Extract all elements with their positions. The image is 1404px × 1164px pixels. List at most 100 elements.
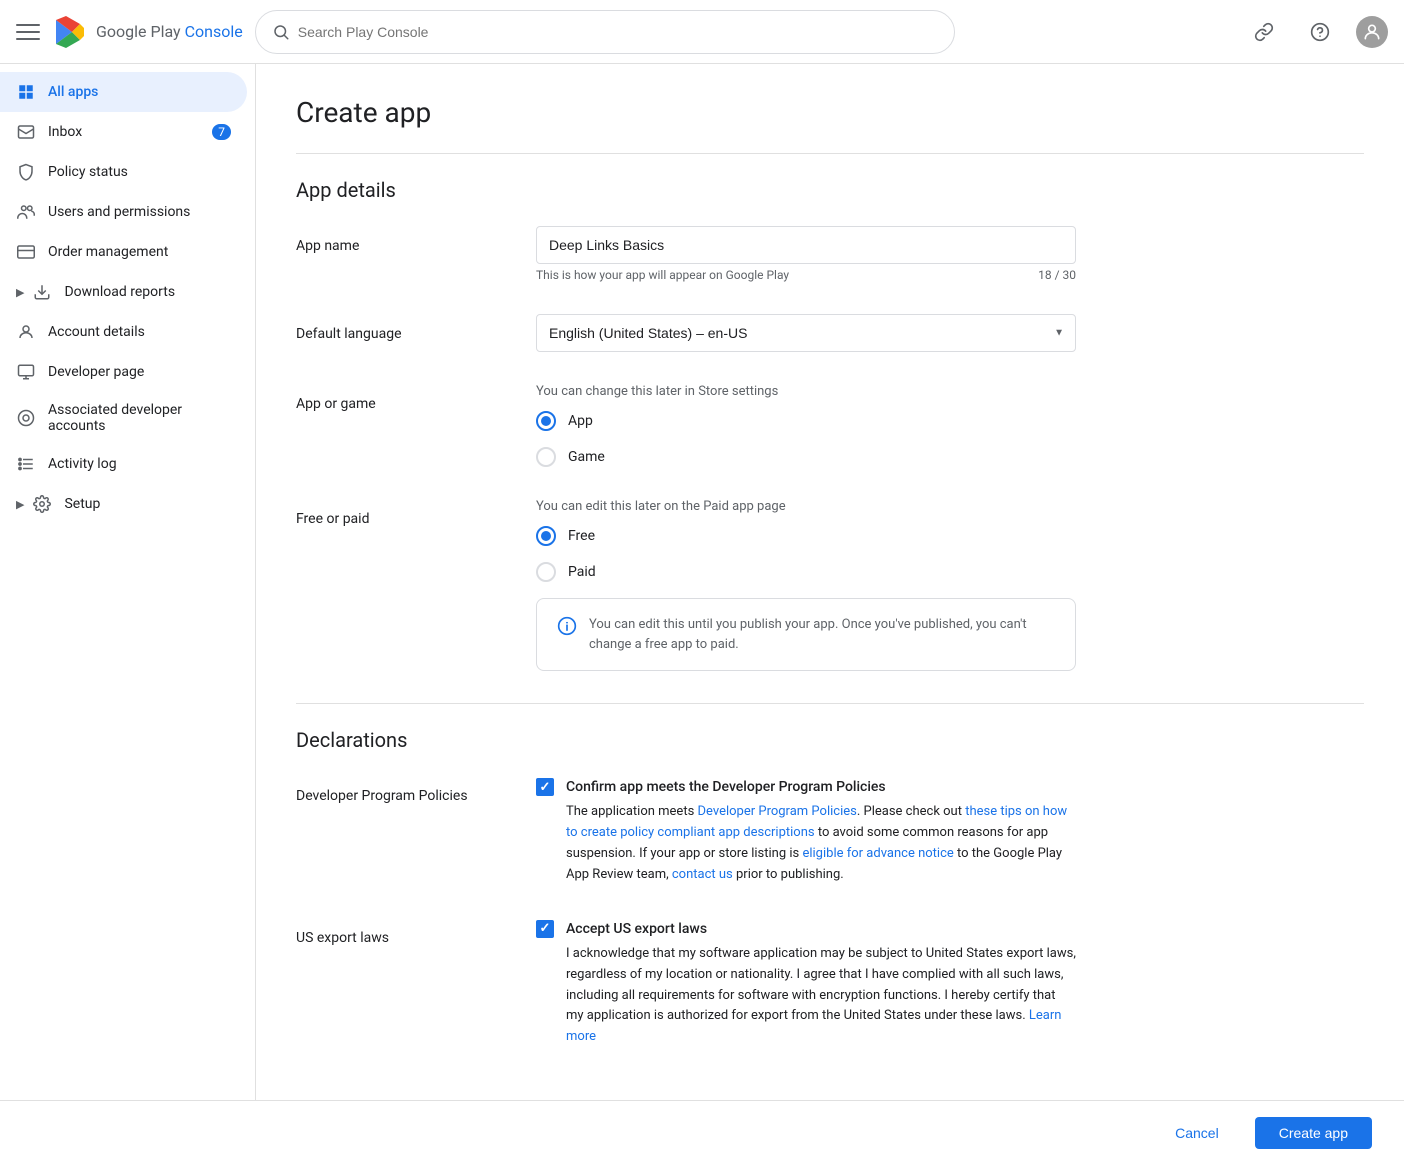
topbar-actions (1244, 12, 1388, 52)
radio-paid-circle (536, 562, 556, 582)
dev-policies-link3[interactable]: eligible for advance notice (802, 846, 953, 861)
us-export-title: Accept US export laws (566, 918, 1076, 940)
download-icon (32, 282, 52, 302)
sidebar-item-download-reports[interactable]: ▶ Download reports (0, 272, 247, 312)
app-name-label: App name (296, 226, 496, 282)
create-app-button[interactable]: Create app (1255, 1117, 1372, 1149)
sidebar-item-label-developer: Developer page (48, 364, 231, 380)
page-title: Create app (296, 96, 1364, 129)
dev-policies-content: Confirm app meets the Developer Program … (566, 776, 1076, 886)
dev-policies-text-1: The application meets (566, 804, 698, 819)
logo-text: Google Play Console (96, 22, 243, 41)
sidebar-item-label-inbox: Inbox (48, 124, 200, 140)
form-row-us-export: US export laws Accept US export laws I a… (296, 918, 1364, 1048)
radio-paid-option[interactable]: Paid (536, 562, 1076, 582)
free-paid-info-box: You can edit this until you publish your… (536, 598, 1076, 671)
logo-console-text: Console (185, 22, 243, 41)
radio-app-label: App (568, 413, 593, 429)
divider-2 (296, 703, 1364, 704)
link-icon (1254, 22, 1274, 42)
default-language-field: English (United States) – en-US (536, 314, 1076, 352)
cancel-button[interactable]: Cancel (1155, 1117, 1239, 1149)
dev-policies-label: Developer Program Policies (296, 776, 496, 886)
dev-policies-text-5: prior to publishing. (733, 867, 844, 882)
sidebar-item-label-activity: Activity log (48, 456, 231, 472)
logo: Google Play Console (52, 14, 243, 50)
sidebar-item-setup[interactable]: ▶ Setup (0, 484, 247, 524)
circle-accounts-icon (16, 408, 36, 428)
menu-icon[interactable] (16, 20, 40, 44)
sidebar-item-label-account: Account details (48, 324, 231, 340)
us-export-checkbox-row: Accept US export laws I acknowledge that… (536, 918, 1076, 1048)
grid-icon (16, 82, 36, 102)
declarations-section-title: Declarations (296, 728, 1364, 752)
dev-policies-text-2: . Please check out (857, 804, 965, 819)
form-row-app-name: App name This is how your app will appea… (296, 226, 1364, 282)
sidebar-item-associated-accounts[interactable]: Associated developer accounts (0, 392, 247, 444)
expand-icon-setup: ▶ (16, 498, 24, 511)
expand-icon-download: ▶ (16, 286, 24, 299)
shield-icon (16, 162, 36, 182)
card-icon (16, 242, 36, 262)
radio-free-label: Free (568, 528, 595, 544)
sidebar-item-label-download: Download reports (64, 284, 231, 300)
help-icon-button[interactable] (1300, 12, 1340, 52)
avatar[interactable] (1356, 16, 1388, 48)
search-bar (255, 10, 955, 54)
free-or-paid-radio-group: Free Paid (536, 526, 1076, 582)
sidebar-item-policy-status[interactable]: Policy status (0, 152, 247, 192)
person-icon (1362, 22, 1382, 42)
free-or-paid-label: Free or paid (296, 499, 496, 671)
sidebar-item-users-permissions[interactable]: Users and permissions (0, 192, 247, 232)
dev-policies-checkbox[interactable] (536, 778, 554, 796)
developer-icon (16, 362, 36, 382)
us-export-content: Accept US export laws I acknowledge that… (566, 918, 1076, 1048)
radio-free-option[interactable]: Free (536, 526, 1076, 546)
radio-free-circle (536, 526, 556, 546)
sidebar-item-inbox[interactable]: Inbox 7 (0, 112, 247, 152)
people-icon (16, 202, 36, 222)
declarations-section: Declarations Developer Program Policies … (296, 728, 1364, 1048)
radio-app-option[interactable]: App (536, 411, 1076, 431)
us-export-field: Accept US export laws I acknowledge that… (536, 918, 1076, 1048)
app-name-input[interactable] (536, 226, 1076, 264)
dev-policies-title: Confirm app meets the Developer Program … (566, 776, 1076, 798)
sidebar-item-label-users: Users and permissions (48, 204, 231, 220)
gear-icon (32, 494, 52, 514)
sidebar-item-label-orders: Order management (48, 244, 231, 260)
language-select[interactable]: English (United States) – en-US (536, 314, 1076, 352)
sidebar-item-all-apps[interactable]: All apps (0, 72, 247, 112)
sidebar-item-order-management[interactable]: Order management (0, 232, 247, 272)
radio-paid-label: Paid (568, 564, 596, 580)
radio-game-label: Game (568, 449, 605, 465)
account-icon (16, 322, 36, 342)
divider-1 (296, 153, 1364, 154)
search-input[interactable] (298, 24, 938, 40)
free-or-paid-hint: You can edit this later on the Paid app … (536, 499, 1076, 514)
main-layout: All apps Inbox 7 Policy status Users and… (0, 64, 1404, 1100)
app-name-field: This is how your app will appear on Goog… (536, 226, 1076, 282)
sidebar-item-account-details[interactable]: Account details (0, 312, 247, 352)
dev-policies-link1[interactable]: Developer Program Policies (698, 804, 857, 819)
app-name-count: 18 / 30 (1038, 268, 1076, 282)
free-or-paid-field: You can edit this later on the Paid app … (536, 499, 1076, 671)
sidebar-item-label-policy: Policy status (48, 164, 231, 180)
app-or-game-radio-group: App Game (536, 411, 1076, 467)
info-icon (557, 616, 577, 641)
us-export-label: US export laws (296, 918, 496, 1048)
form-row-free-or-paid: Free or paid You can edit this later on … (296, 499, 1364, 671)
footer: Cancel Create app (0, 1100, 1404, 1164)
app-or-game-hint: You can change this later in Store setti… (536, 384, 1076, 399)
search-icon (272, 23, 290, 41)
sidebar: All apps Inbox 7 Policy status Users and… (0, 64, 256, 1100)
dev-policies-link4[interactable]: contact us (672, 867, 733, 882)
form-row-default-language: Default language English (United States)… (296, 314, 1364, 352)
app-or-game-label: App or game (296, 384, 496, 467)
link-icon-button[interactable] (1244, 12, 1284, 52)
radio-game-option[interactable]: Game (536, 447, 1076, 467)
us-export-checkbox[interactable] (536, 920, 554, 938)
sidebar-item-developer-page[interactable]: Developer page (0, 352, 247, 392)
play-logo-icon (52, 14, 88, 50)
inbox-icon (16, 122, 36, 142)
sidebar-item-activity-log[interactable]: Activity log (0, 444, 247, 484)
